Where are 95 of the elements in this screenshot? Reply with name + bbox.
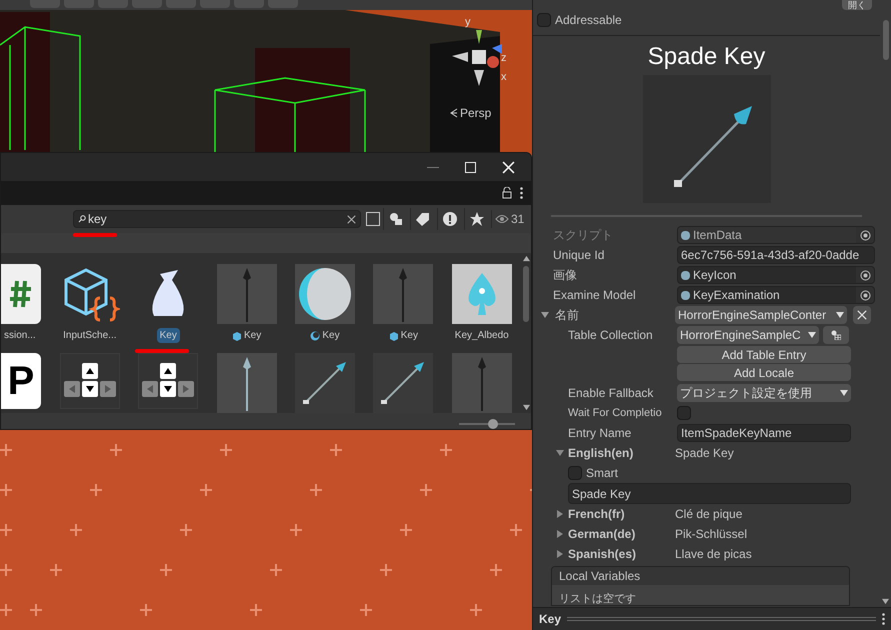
checkbox[interactable] — [537, 13, 551, 27]
search-icon — [78, 215, 86, 223]
asset-type-icon — [681, 270, 690, 280]
lock-icon[interactable] — [502, 187, 512, 199]
locale-name: French(fr) — [568, 506, 626, 523]
more-options-icon[interactable] — [882, 613, 885, 625]
chevron-icon[interactable] — [450, 108, 458, 118]
eye-icon — [495, 214, 509, 224]
visible-count: 31 — [511, 211, 524, 228]
locale-name: German(de) — [568, 526, 636, 543]
table-dropdown[interactable]: HorrorEngineSampleConter — [675, 306, 847, 324]
asset-item[interactable]: Key — [386, 328, 421, 343]
input-field[interactable]: ItemSpadeKeyName — [677, 424, 851, 442]
more-options-icon[interactable] — [520, 187, 523, 199]
expand-toggle[interactable] — [541, 311, 549, 319]
input-field[interactable]: 6ec7c756-591a-43d3-af20-0adde — [677, 246, 875, 264]
item-title: Spade Key — [648, 42, 766, 72]
fallback-dropdown[interactable]: プロジェクト設定を使用 — [677, 384, 851, 402]
table-action-button[interactable]: Add Locale — [677, 364, 851, 381]
checkbox-label: Addressable — [555, 12, 622, 29]
field-label: Wait For Completio — [568, 406, 663, 421]
object-field[interactable]: KeyIcon — [677, 266, 875, 284]
annotation-underline — [135, 349, 189, 353]
scroll-up-icon[interactable] — [522, 255, 530, 262]
locale-value: Pik-Schlüssel — [675, 526, 748, 543]
field-label: Enable Fallback — [568, 385, 654, 402]
locale-value: Clé de pique — [675, 506, 742, 523]
asset-item[interactable]: Key_Albedo — [452, 328, 512, 343]
field-label: Examine Model — [553, 287, 637, 304]
object-field[interactable]: KeyExamination — [677, 286, 875, 304]
sphere-preview — [294, 264, 355, 324]
axis-label: y — [465, 15, 470, 30]
locale-name: Spanish(es) — [568, 546, 638, 563]
spear-drawing — [476, 355, 488, 411]
script-file-icon — [1, 264, 41, 324]
maximize-button[interactable] — [465, 162, 476, 172]
expand-toggle[interactable] — [556, 449, 564, 457]
checkbox[interactable] — [568, 466, 582, 480]
expand-toggle[interactable] — [556, 530, 564, 538]
caret-icon[interactable] — [836, 311, 844, 319]
axis-label: x — [501, 70, 506, 85]
mesh-icon — [388, 330, 399, 340]
field-label: 名前 — [555, 307, 580, 324]
zoom-slider[interactable] — [459, 419, 515, 429]
scroll-down-icon[interactable] — [522, 404, 530, 411]
collection-dropdown[interactable]: HorrorEngineSampleC — [677, 326, 819, 344]
mesh-icon — [232, 330, 242, 340]
minimize-button[interactable] — [427, 166, 439, 168]
table-window-button[interactable] — [823, 326, 849, 344]
field-label: Entry Name — [568, 425, 632, 442]
caret-icon[interactable] — [808, 331, 816, 339]
asset-item[interactable]: Key — [156, 328, 180, 343]
object-picker-icon[interactable] — [860, 290, 870, 300]
font-preview: P — [1, 353, 41, 409]
clear-search-icon[interactable] — [347, 214, 356, 224]
spear-drawing — [240, 266, 253, 322]
asset-item[interactable]: ssion... — [1, 328, 39, 343]
asset-type-icon — [681, 230, 690, 240]
table-icon — [831, 330, 841, 340]
annotation-underline — [73, 233, 117, 237]
selection-name: Key — [539, 611, 562, 628]
axis-label: z — [501, 51, 506, 66]
asset-item[interactable]: Key — [228, 328, 264, 343]
expand-toggle[interactable] — [556, 510, 564, 518]
search-mode-button[interactable] — [366, 212, 380, 226]
locale-name: English(en) — [568, 445, 634, 462]
input-field[interactable]: Spade Key — [568, 483, 851, 504]
caret-icon[interactable] — [840, 389, 848, 397]
object-picker-icon[interactable] — [860, 270, 870, 280]
checkbox[interactable] — [677, 406, 691, 420]
search-field[interactable]: key — [73, 210, 361, 228]
locale-value: Llave de picas — [675, 546, 752, 563]
checkbox-label: Smart — [586, 465, 618, 482]
spear-drawing — [240, 355, 253, 411]
scroll-down-icon[interactable] — [882, 598, 889, 605]
asset-type-icon — [681, 290, 690, 300]
view-mode-label[interactable]: Persp — [460, 104, 492, 122]
material-icon — [310, 330, 320, 340]
close-icon[interactable] — [502, 160, 515, 174]
spear-drawing — [397, 266, 410, 322]
open-button[interactable]: 開く — [842, 0, 872, 10]
asset-item[interactable]: InputSche... — [60, 328, 120, 343]
clear-button[interactable] — [853, 306, 871, 324]
expand-toggle[interactable] — [556, 550, 564, 558]
field-label: Unique Id — [553, 247, 606, 264]
field-label: Table Collection — [568, 327, 654, 344]
clear-icon[interactable] — [857, 310, 867, 320]
arrow-keys-icon — [142, 363, 194, 399]
field-label: 画像 — [553, 267, 578, 284]
locale-value: Spade Key — [675, 445, 734, 462]
arrow-keys-icon — [64, 363, 116, 399]
list-body: リストは空です — [552, 585, 849, 605]
table-action-button[interactable]: Add Table Entry — [677, 346, 851, 363]
field-label: スクリプト — [553, 227, 614, 244]
asset-item[interactable]: Key — [307, 328, 343, 343]
